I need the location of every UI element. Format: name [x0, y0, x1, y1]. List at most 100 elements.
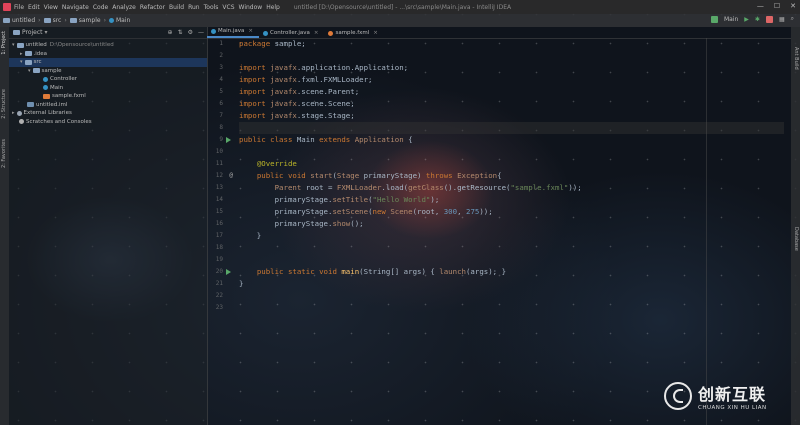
- code-editor[interactable]: package sample; import javafx.application…: [239, 38, 784, 425]
- chevron-down-icon[interactable]: ▾: [45, 29, 48, 36]
- menu-item-run[interactable]: Run: [188, 4, 200, 11]
- chevron-right-icon[interactable]: ▸: [12, 110, 15, 116]
- tree-item-scratches-and-consoles[interactable]: Scratches and Consoles: [9, 118, 207, 127]
- code-token: }: [239, 279, 244, 288]
- code-token: ));: [568, 183, 582, 192]
- line-number: 16: [215, 220, 223, 227]
- ant-build-tool-tab[interactable]: Ant Build: [793, 47, 799, 70]
- keyword-token: public void: [256, 171, 311, 180]
- tree-item-untitled-iml[interactable]: untitled.iml: [9, 101, 207, 110]
- identifier-token: javafx: [270, 63, 297, 72]
- menu-item-help[interactable]: Help: [266, 4, 280, 11]
- code-line: public class Main extends Application {: [239, 134, 413, 146]
- maximize-icon[interactable]: ☐: [774, 2, 780, 10]
- menu-item-view[interactable]: View: [44, 4, 58, 11]
- override-gutter-icon[interactable]: @: [229, 170, 233, 182]
- close-icon[interactable]: ✕: [790, 2, 796, 10]
- tab-label: Main.java: [218, 28, 245, 34]
- code-line: primaryStage.setScene(new Scene(root, 30…: [239, 206, 493, 218]
- keyword-token: throws: [425, 171, 458, 180]
- close-tab-icon[interactable]: ×: [314, 30, 319, 36]
- code-line: public void start(Stage primaryStage) th…: [239, 170, 502, 182]
- hammer-icon[interactable]: [710, 15, 718, 23]
- watermark-logo-icon: [664, 382, 692, 410]
- minimize-icon[interactable]: —: [757, 2, 764, 10]
- tab-main-java[interactable]: Main.java ×: [207, 26, 260, 38]
- code-line: import javafx.scene.Parent;: [239, 86, 359, 98]
- identifier-token: FXMLLoader: [336, 183, 382, 192]
- gear-icon[interactable]: ⚙: [188, 29, 193, 36]
- line-number: 12: [215, 172, 223, 179]
- keyword-token: public class: [239, 135, 297, 144]
- project-tool-tab[interactable]: 1: Project: [1, 31, 7, 55]
- run-gutter-icon[interactable]: [226, 137, 231, 143]
- line-number: 10: [215, 148, 223, 155]
- chevron-right-icon[interactable]: ▸: [20, 51, 23, 57]
- identifier-token: setScene: [332, 207, 369, 216]
- class-icon: [108, 18, 114, 23]
- tree-item-external-libraries[interactable]: ▸ External Libraries: [9, 109, 207, 118]
- menu-item-refactor[interactable]: Refactor: [140, 4, 165, 11]
- menu-item-tools[interactable]: Tools: [204, 4, 219, 11]
- keyword-token: import: [239, 111, 271, 120]
- code-line: Parent root = FXMLLoader.load(getClass()…: [239, 182, 582, 194]
- tab-controller-java[interactable]: Controller.java ×: [259, 28, 324, 38]
- menu-item-code[interactable]: Code: [93, 4, 108, 11]
- menu-item-file[interactable]: File: [14, 4, 24, 11]
- hide-icon[interactable]: —: [198, 29, 204, 36]
- close-tab-icon[interactable]: ×: [373, 30, 378, 36]
- menu-item-window[interactable]: Window: [239, 4, 263, 11]
- code-token: primaryStage.: [239, 207, 333, 216]
- breadcrumb-item[interactable]: src: [53, 17, 62, 24]
- string-token: "Hello World": [372, 195, 431, 204]
- favorites-tool-tab[interactable]: 2: Favorites: [1, 139, 7, 168]
- main-menu: File Edit View Navigate Code Analyze Refactor B…: [14, 4, 284, 11]
- identifier-token: Parent: [274, 183, 306, 192]
- tree-item-label: External Libraries: [23, 110, 72, 117]
- search-icon[interactable]: ⌕: [791, 15, 794, 23]
- run-icon[interactable]: ▶: [744, 16, 749, 23]
- structure-tool-tab[interactable]: 2: Structure: [1, 89, 7, 119]
- project-panel-title[interactable]: Project: [22, 29, 43, 36]
- chevron-down-icon[interactable]: ▾: [20, 59, 23, 65]
- menu-item-navigate[interactable]: Navigate: [62, 4, 89, 11]
- breadcrumb-item[interactable]: Main: [116, 17, 130, 24]
- tree-item-label: Scratches and Consoles: [26, 118, 92, 125]
- database-tool-tab[interactable]: Database: [793, 227, 799, 251]
- line-number: 4: [219, 76, 223, 83]
- tree-item-main[interactable]: Main: [9, 84, 207, 93]
- code-token: Main: [296, 135, 320, 144]
- collapse-icon[interactable]: ⇅: [178, 29, 183, 36]
- stop-icon[interactable]: [765, 15, 773, 23]
- line-number: 7: [219, 112, 223, 119]
- project-structure-icon[interactable]: ▦: [779, 16, 785, 23]
- debug-icon[interactable]: ✱: [755, 16, 760, 23]
- breadcrumb-item[interactable]: untitled: [12, 17, 35, 24]
- tree-item-controller[interactable]: Controller: [9, 75, 207, 84]
- locate-icon[interactable]: ⊕: [168, 29, 173, 36]
- close-tab-icon[interactable]: ×: [248, 28, 253, 34]
- fxml-icon: [328, 30, 334, 36]
- menu-item-vcs[interactable]: VCS: [222, 4, 234, 11]
- project-panel-header: Project ▾ ⊕ ⇅ ⚙ —: [9, 27, 207, 39]
- caret-line-highlight: [239, 122, 784, 134]
- run-gutter-icon[interactable]: [226, 269, 231, 275]
- menu-item-analyze[interactable]: Analyze: [112, 4, 136, 11]
- chevron-down-icon[interactable]: ▾: [28, 68, 31, 74]
- chevron-down-icon[interactable]: ▾: [12, 42, 15, 48]
- line-number: 22: [215, 292, 223, 299]
- tab-sample-fxml[interactable]: sample.fxml ×: [324, 28, 383, 38]
- menu-item-edit[interactable]: Edit: [28, 4, 40, 11]
- run-config-select[interactable]: Main: [724, 16, 738, 23]
- menu-item-build[interactable]: Build: [169, 4, 184, 11]
- tree-item-untitled[interactable]: ▾ untitled D:\Opensource\untitled: [9, 41, 207, 50]
- tree-item-sample-fxml[interactable]: sample.fxml: [9, 92, 207, 101]
- breadcrumb-item[interactable]: sample: [79, 17, 101, 24]
- number-token: 275: [466, 207, 480, 216]
- line-number: 6: [219, 100, 223, 107]
- tree-item-src[interactable]: ▾ src: [9, 58, 207, 67]
- tree-item--idea[interactable]: ▸ .idea: [9, 50, 207, 59]
- tree-item-sample[interactable]: ▾ sample: [9, 67, 207, 76]
